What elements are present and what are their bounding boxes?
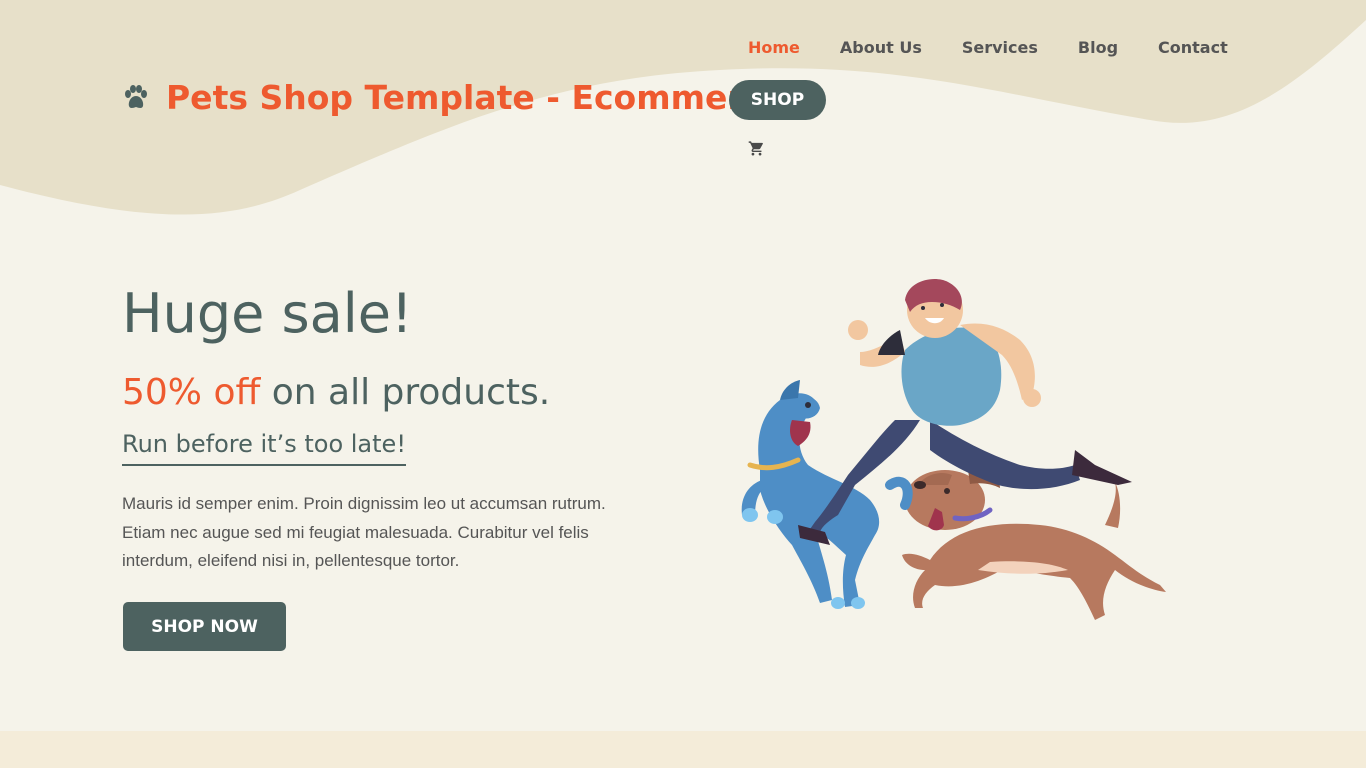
nav-services[interactable]: Services: [962, 38, 1038, 57]
shop-button[interactable]: SHOP: [729, 80, 826, 120]
nav-home[interactable]: Home: [748, 38, 800, 57]
hero-subtitle: 50% off on all products.: [122, 372, 550, 413]
cart-icon[interactable]: [748, 140, 765, 157]
shop-now-button[interactable]: SHOP NOW: [123, 602, 286, 651]
discount-highlight: 50% off: [122, 372, 261, 413]
paw-icon: [125, 84, 147, 108]
brand[interactable]: Pets Shop Template - Ecommerce: [122, 78, 786, 117]
running-with-dogs-illustration: [741, 279, 1166, 620]
nav-contact[interactable]: Contact: [1158, 38, 1228, 57]
brand-name: Pets Shop Template - Ecommerce: [166, 78, 786, 117]
hero-paragraph: Mauris id semper enim. Proin dignissim l…: [122, 494, 606, 570]
main-nav: Home About Us Services Blog Contact: [748, 38, 1268, 57]
nav-blog[interactable]: Blog: [1078, 38, 1118, 57]
hero-tagline: Run before it’s too late!: [122, 430, 406, 466]
nav-about-us[interactable]: About Us: [840, 38, 922, 57]
hero-title: Huge sale!: [122, 282, 413, 345]
header-wave-background: [0, 0, 1366, 215]
blue-dog: [741, 380, 913, 609]
brown-dog: [902, 468, 1166, 620]
footer-strip: [0, 731, 1366, 768]
subtitle-rest: on all products.: [260, 372, 551, 413]
